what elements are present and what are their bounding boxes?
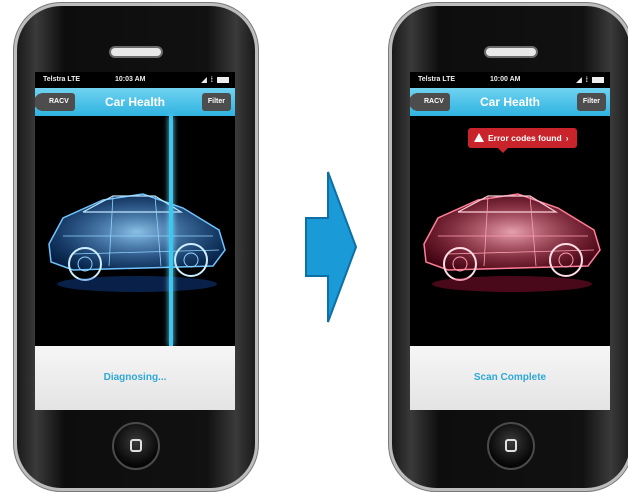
- status-bar: Telstra LTE 10:03 AM ◢ ⁞: [35, 72, 235, 88]
- footer-text: Scan Complete: [473, 372, 547, 383]
- arrow-right-icon: [305, 171, 358, 323]
- phone-right: Telstra LTE 10:00 AM ◢ ⁞ RACV Car Health…: [392, 6, 628, 488]
- scan-line: [169, 116, 173, 346]
- carrier-label: Telstra LTE: [418, 76, 456, 83]
- home-button[interactable]: [112, 422, 160, 470]
- home-square-icon: [505, 439, 517, 452]
- battery-icon: ◢ ⁞: [576, 76, 604, 84]
- footer-text: Diagnosing...: [103, 372, 167, 383]
- nav-bar: RACV Car Health Filter: [410, 88, 610, 116]
- status-footer: Scan Complete: [410, 346, 610, 410]
- alert-text: Error codes found: [488, 133, 562, 143]
- clock: 10:00 AM: [490, 76, 521, 83]
- carrier-label: Telstra LTE: [43, 76, 81, 83]
- filter-button[interactable]: Filter: [201, 93, 231, 111]
- error-alert-button[interactable]: Error codes found ›: [468, 128, 577, 153]
- home-button[interactable]: [487, 422, 535, 470]
- nav-bar: RACV Car Health Filter: [35, 88, 235, 116]
- car-scan-view: [35, 116, 235, 346]
- car-scan-view: Error codes found ›: [410, 116, 610, 346]
- warning-icon: [474, 133, 484, 142]
- speaker-grille: [109, 46, 163, 58]
- filter-button[interactable]: Filter: [576, 93, 606, 111]
- phone-left: Telstra LTE 10:03 AM ◢ ⁞ RACV Car Health…: [17, 6, 255, 488]
- status-footer: Diagnosing...: [35, 346, 235, 410]
- battery-icon: ◢ ⁞: [201, 76, 229, 84]
- chevron-right-icon: ›: [565, 133, 569, 143]
- screen-right: Telstra LTE 10:00 AM ◢ ⁞ RACV Car Health…: [410, 72, 610, 410]
- speaker-grille: [484, 46, 538, 58]
- screen-left: Telstra LTE 10:03 AM ◢ ⁞ RACV Car Health…: [35, 72, 235, 410]
- clock: 10:03 AM: [115, 76, 146, 83]
- home-square-icon: [130, 439, 142, 452]
- status-bar: Telstra LTE 10:00 AM ◢ ⁞: [410, 72, 610, 88]
- car-wireframe-icon: [48, 193, 226, 292]
- car-wireframe-icon: [423, 193, 601, 292]
